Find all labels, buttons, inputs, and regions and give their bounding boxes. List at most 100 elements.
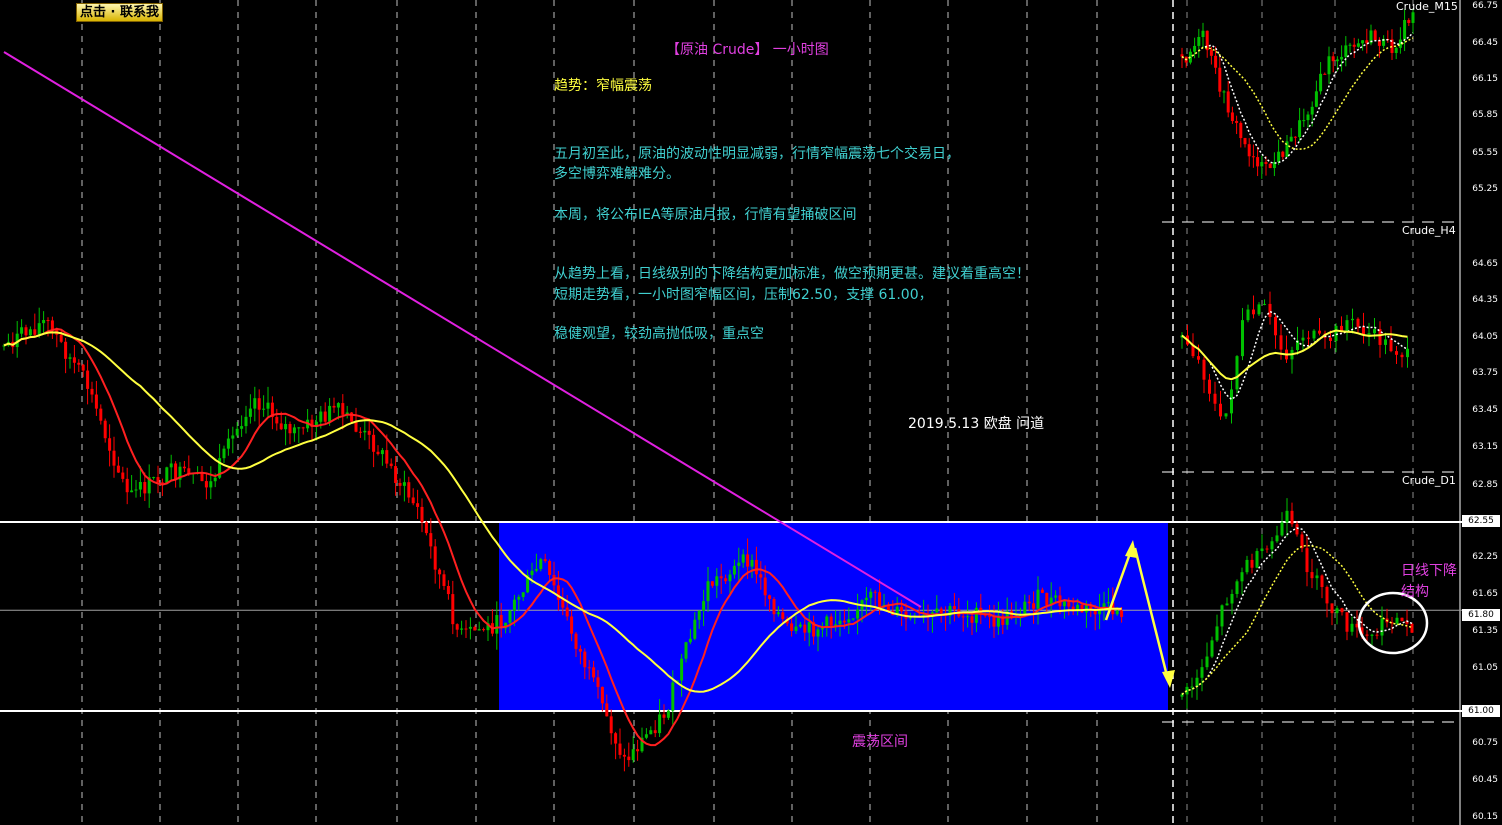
h4-candle-body	[1257, 304, 1261, 315]
main-candle-body	[460, 628, 464, 630]
main-candle-body	[213, 477, 217, 482]
main-candle-body	[81, 364, 85, 371]
main-candle-body	[790, 623, 794, 632]
daily-note-line2: 结构	[1401, 584, 1429, 600]
main-candle-body	[226, 438, 230, 449]
d1-candle-body	[1370, 634, 1374, 636]
h4-tick: 64.65	[1472, 259, 1498, 269]
main-candle-body	[86, 370, 90, 389]
main-candle-body	[627, 756, 631, 761]
main-candle-body	[592, 667, 596, 678]
main-candle-body	[649, 730, 653, 735]
main-candle-body	[724, 578, 728, 582]
d1-candle-body	[1265, 548, 1269, 550]
main-candle-body	[684, 642, 688, 659]
m15-candle-body	[1268, 163, 1272, 169]
main-candle-body	[710, 581, 714, 586]
chart-canvas	[0, 0, 1500, 825]
main-candle-body	[94, 394, 98, 409]
main-candle-body	[719, 576, 723, 579]
main-candle-body	[864, 597, 868, 601]
chart-title: 【原油 Crude】 一小时图	[666, 42, 829, 58]
h4-candle-body	[1329, 337, 1332, 341]
m15-tick: 65.55	[1472, 148, 1498, 158]
main-candle-body	[231, 435, 235, 439]
h4-candle-body	[1208, 379, 1211, 394]
d1-candle-body	[1305, 548, 1309, 573]
main-candle-body	[394, 466, 398, 483]
main-candle-body	[521, 592, 525, 597]
d1-candle-body	[1285, 510, 1289, 523]
main-candle-body	[103, 420, 107, 439]
main-candle-body	[433, 546, 437, 570]
d1-candle-body	[1195, 677, 1199, 687]
d1-tick: 62.25	[1472, 552, 1498, 562]
m15-tick: 65.85	[1472, 110, 1498, 120]
d1-candle-body	[1205, 656, 1209, 668]
main-candle-body	[543, 559, 547, 561]
main-candle-body	[838, 620, 842, 625]
main-candle-body	[389, 463, 393, 467]
h4-candle-body	[1389, 339, 1393, 352]
m15-candle-body	[1256, 157, 1260, 167]
main-candle-body	[37, 323, 41, 335]
main-candle-body	[512, 599, 516, 611]
m15-tick: 65.25	[1472, 184, 1498, 194]
main-candle-body	[455, 624, 459, 630]
main-candle-body	[46, 320, 50, 322]
d1-candle-body	[1410, 623, 1414, 633]
m15-tick: 66.75	[1472, 1, 1498, 11]
m15-candle-body	[1264, 162, 1268, 164]
h4-candle-body	[1224, 413, 1228, 417]
d1-candle-body	[1350, 623, 1354, 632]
main-candle-body	[798, 624, 802, 627]
main-candle-body	[385, 450, 389, 464]
m15-candle-body	[1373, 30, 1377, 41]
main-candle-body	[204, 481, 208, 488]
main-candle-body	[1062, 601, 1066, 607]
main-candle-body	[363, 430, 367, 433]
d1-ma-fast	[1181, 527, 1413, 695]
main-candle-body	[794, 626, 798, 632]
d1-tick: 61.65	[1472, 589, 1498, 599]
h4-candle-body	[1367, 333, 1371, 335]
main-candle-body	[851, 618, 855, 620]
daily-note-line1: 日线下降	[1401, 563, 1457, 579]
h4-candle-body	[1345, 320, 1349, 333]
m15-candle-body	[1344, 45, 1348, 57]
m15-candle-body	[1327, 56, 1331, 75]
main-candle-body	[451, 594, 455, 625]
side-panels	[1180, 8, 1429, 709]
main-candle-body	[464, 628, 468, 630]
h4-tick: 64.05	[1472, 332, 1498, 342]
h4-candle-body	[1312, 330, 1316, 339]
h4-candle-body	[1307, 337, 1310, 339]
main-candle-body	[301, 427, 305, 429]
main-candle-body	[477, 629, 481, 631]
m15-candle-body	[1361, 40, 1365, 44]
main-candle-body	[561, 599, 565, 608]
d1-candle-body	[1330, 603, 1334, 614]
h4-candle-body	[1395, 351, 1398, 355]
main-candle-body	[235, 428, 239, 436]
main-candle-body	[429, 533, 433, 547]
main-candle-body	[653, 730, 657, 734]
m15-candle-body	[1281, 151, 1285, 157]
price-tag-resistance: 62.55	[1462, 515, 1500, 527]
contact-button[interactable]: 点击 · 联系我	[76, 3, 163, 22]
d1-candle-body	[1395, 617, 1399, 624]
main-candle-body	[534, 568, 538, 571]
main-candle-body	[1106, 602, 1110, 604]
h4-candle-body	[1202, 359, 1206, 380]
m15-candle-body	[1348, 44, 1352, 46]
main-candle-body	[288, 424, 292, 434]
main-candle-body	[24, 327, 28, 336]
h4-candle-body	[1279, 335, 1283, 350]
h4-candle-body	[1356, 318, 1360, 327]
h4-candle-body	[1373, 329, 1376, 334]
main-candle-body	[416, 503, 420, 507]
main-candle-body	[160, 482, 164, 484]
main-candle-body	[952, 606, 956, 610]
panel-title-m15: Crude_M15	[1396, 0, 1458, 13]
h4-tick: 63.45	[1472, 405, 1498, 415]
